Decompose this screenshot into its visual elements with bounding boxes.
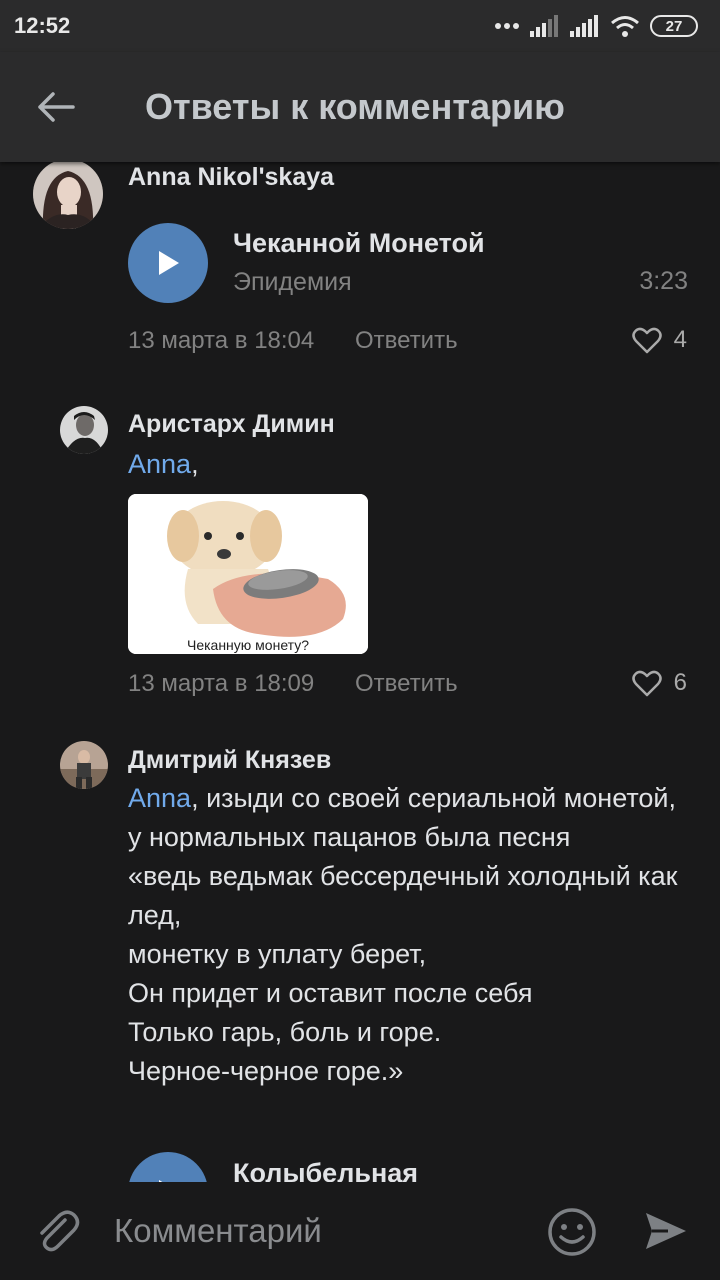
- image-caption: Чеканную монету?: [186, 637, 309, 653]
- like-count: 6: [673, 669, 687, 696]
- more-dots-icon: [495, 23, 519, 29]
- avatar[interactable]: [60, 741, 108, 789]
- avatar[interactable]: [33, 162, 103, 229]
- wifi-icon: [611, 16, 639, 37]
- emoji-button[interactable]: [546, 1206, 598, 1258]
- status-icons: 27: [494, 15, 698, 37]
- play-icon: [159, 251, 179, 275]
- like-button[interactable]: 4: [631, 326, 687, 354]
- signal-icon: [570, 15, 598, 37]
- send-icon: [646, 1213, 686, 1249]
- page-title: Ответы к комментарию: [145, 86, 565, 127]
- like-button[interactable]: 6: [631, 669, 687, 697]
- comment-composer: [0, 1182, 720, 1280]
- comment-author[interactable]: Аристарх Димин: [128, 410, 335, 439]
- signal-icon: [530, 15, 558, 37]
- comment-author[interactable]: Дмитрий Князев: [128, 746, 331, 775]
- comment-text: Anna,: [128, 445, 688, 484]
- paperclip-icon: [40, 1210, 80, 1252]
- track-duration: 3:23: [639, 267, 688, 295]
- track-artist[interactable]: Эпидемия: [233, 268, 352, 297]
- comment-text: Anna, изыди со своей сериальной монетой,…: [128, 779, 688, 1091]
- comment-date: 13 марта в 18:04: [128, 327, 315, 354]
- comment-image[interactable]: Чеканную монету?: [128, 494, 368, 654]
- attach-button[interactable]: [32, 1206, 82, 1256]
- heart-icon: [631, 327, 662, 353]
- mention-link[interactable]: Anna: [128, 449, 191, 479]
- smiley-icon: [548, 1208, 596, 1256]
- mention-link[interactable]: Anna: [128, 783, 191, 813]
- status-bar: 12:52 27: [0, 0, 720, 52]
- comments-list[interactable]: Anna Nikol'skaya Чеканной Монетой Эпидем…: [0, 162, 720, 1182]
- reply-button[interactable]: Ответить: [355, 327, 458, 355]
- comment-author[interactable]: Anna Nikol'skaya: [128, 163, 334, 192]
- send-button[interactable]: [642, 1207, 690, 1255]
- battery-level: 27: [665, 17, 683, 35]
- audio-play-button[interactable]: [128, 1152, 208, 1182]
- app-header: Ответы к комментарию: [0, 52, 720, 162]
- comment-date: 13 марта в 18:09: [128, 670, 315, 697]
- status-time: 12:52: [14, 13, 71, 38]
- reply-button[interactable]: Ответить: [355, 670, 458, 698]
- battery-icon: 27: [650, 15, 698, 37]
- comment-text-body: , изыди со своей сериальной монетой, у н…: [128, 783, 678, 1086]
- back-arrow-icon: [38, 92, 75, 122]
- track-title[interactable]: Чеканной Монетой: [233, 228, 485, 259]
- track-title[interactable]: Колыбельная: [233, 1158, 418, 1182]
- audio-play-button[interactable]: [128, 223, 208, 303]
- heart-icon: [631, 670, 662, 696]
- like-count: 4: [673, 326, 687, 353]
- avatar[interactable]: [60, 406, 108, 454]
- back-button[interactable]: [0, 52, 110, 162]
- comment-text-body: ,: [191, 449, 199, 479]
- comment-input[interactable]: [114, 1208, 514, 1254]
